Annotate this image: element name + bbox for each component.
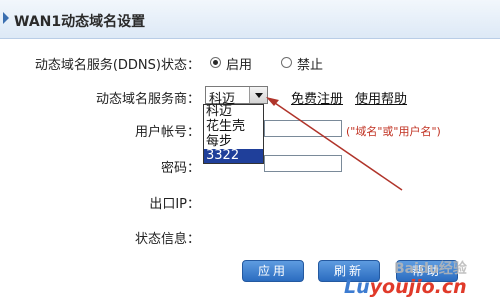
ddns-settings-page: WAN1动态域名设置 动态域名服务(DDNS)状态： 启用 禁止 动态域名服务商… — [0, 0, 500, 304]
site-watermark: Luyoujio.cn — [344, 276, 467, 298]
baidu-watermark: Baidu经验 — [394, 261, 467, 277]
site-watermark-part1: Lu — [344, 276, 370, 298]
site-watermark-part2: youjio.cn — [369, 276, 467, 298]
